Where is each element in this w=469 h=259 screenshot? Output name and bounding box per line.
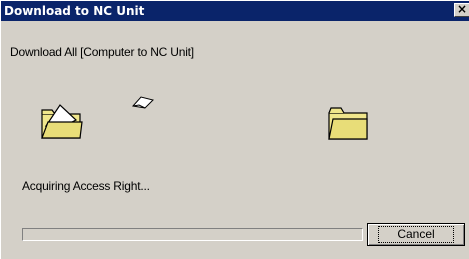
status-text: Acquiring Access Right... [22,179,150,193]
destination-folder-icon [328,107,368,140]
progress-bar [22,228,363,241]
cancel-button[interactable]: Cancel [367,223,465,246]
cancel-button-label: Cancel [378,226,454,243]
close-icon: × [456,2,468,16]
download-dialog: Download to NC Unit × Download All [Comp… [0,0,469,259]
transfer-document-icon [132,96,154,109]
operation-heading: Download All [Computer to NC Unit] [10,45,194,59]
source-folder-icon [41,104,83,139]
close-button[interactable]: × [454,3,469,17]
title-bar: Download to NC Unit × [1,1,469,21]
window-title: Download to NC Unit [4,4,145,18]
